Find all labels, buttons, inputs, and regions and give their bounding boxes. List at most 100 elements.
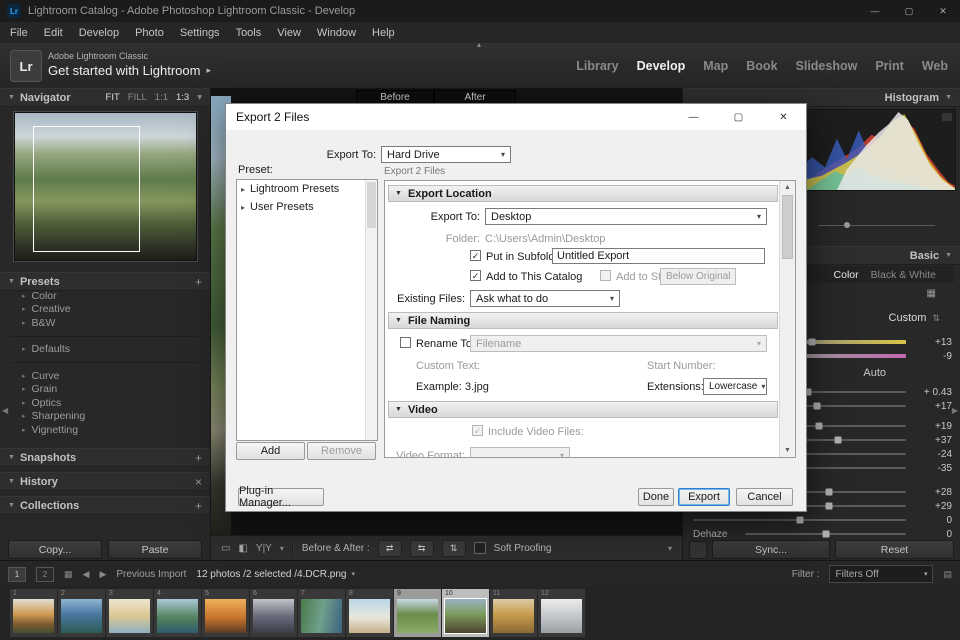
disclosure-icon[interactable]: ▸ [241,203,245,212]
module-slideshow[interactable]: Slideshow [796,59,858,73]
grid-view-icon[interactable]: ▦ [64,569,73,580]
module-print[interactable]: Print [875,59,903,73]
preset-group-sharpening[interactable]: ▸ Sharpening [0,410,210,424]
filmstrip-thumbnail[interactable]: 12 [538,589,585,637]
slider-thumb[interactable] [808,338,816,346]
maximize-button[interactable]: ▢ [892,0,926,22]
slider-thumb[interactable] [796,516,803,524]
preset-listbox[interactable]: ▸ Lightroom Presets ▸ User Presets [236,179,378,441]
preset-group-optics[interactable]: ▸ Optics [0,396,210,410]
collections-panel-header[interactable]: ▼ Collections + [0,496,210,515]
sync-button[interactable]: Sync... [712,540,830,559]
preset-group-creative[interactable]: ▸ Creative [0,303,210,317]
preset-list-scrollbar[interactable] [365,180,377,440]
create-collection-icon[interactable]: + [195,499,202,513]
reference-view-icon[interactable]: ◧ [238,543,247,554]
module-map[interactable]: Map [703,59,728,73]
slider-thumb[interactable] [815,422,823,430]
dialog-maximize-button[interactable]: ▢ [716,104,761,130]
navigator-preview[interactable] [13,111,198,262]
clear-history-icon[interactable]: × [195,475,202,489]
profile-grid-icon[interactable]: ▦ [927,288,936,299]
menu-file[interactable]: File [10,27,28,39]
menu-develop[interactable]: Develop [79,27,119,39]
filmstrip-thumbnail[interactable]: 2 [58,589,105,637]
zoom-slider[interactable] [818,222,936,228]
navigator-view-rectangle[interactable] [33,126,141,252]
zoom-fill[interactable]: FILL [128,92,147,103]
swap-before-after-button[interactable]: ⇅ [441,539,466,557]
go-forward-icon[interactable]: ▶ [99,569,106,580]
module-web[interactable]: Web [922,59,948,73]
soft-proofing-checkbox[interactable] [473,542,486,554]
cancel-button[interactable]: Cancel [736,488,793,506]
create-snapshot-icon[interactable]: + [195,451,202,465]
zoom-dropdown-icon[interactable]: ▾ [197,92,202,103]
rename-to-checkbox[interactable] [400,337,411,348]
extensions-select[interactable]: Lowercase ▾ [703,378,767,395]
module-book[interactable]: Book [746,59,777,73]
slider-thumb[interactable] [834,436,842,444]
preset-group-vignetting[interactable]: ▸ Vignetting [0,423,210,437]
before-after-view-icon[interactable]: Y|Y [256,543,272,554]
filmstrip-thumbnail[interactable]: 11 [490,589,537,637]
filmstrip-thumbnail[interactable]: 1 [10,589,57,637]
export-button[interactable]: Export [678,488,730,506]
auto-tone-button[interactable]: Auto [863,367,886,379]
preset-group-curve[interactable]: ▸ Curve [0,369,210,383]
scroll-up-icon[interactable]: ▲ [780,184,795,191]
profile-value[interactable]: Custom [889,312,927,324]
highlight-clipping-indicator[interactable] [942,113,952,121]
history-panel-header[interactable]: ▼ History × [0,472,210,491]
menu-view[interactable]: View [277,27,301,39]
copy-button[interactable]: Copy... [8,540,102,559]
existing-files-select[interactable]: Ask what to do ▾ [470,290,620,307]
minimize-button[interactable]: — [858,0,892,22]
subfolder-name-input[interactable]: Untitled Export [552,248,765,264]
main-window-button[interactable]: 1 [8,566,26,582]
paste-button[interactable]: Paste [108,540,202,559]
filmstrip-thumbnail[interactable]: 3 [106,589,153,637]
copy-after-to-before-button[interactable]: ⇆ [409,539,434,557]
dialog-close-button[interactable]: ✕ [761,104,806,130]
menu-tools[interactable]: Tools [236,27,262,39]
slider-thumb[interactable] [813,402,821,410]
zoom-1-1[interactable]: 1:1 [155,92,168,103]
treatment-black-white[interactable]: Black & White [871,269,936,281]
filmstrip-thumbnail[interactable]: 7 [298,589,345,637]
zoom-slider-thumb[interactable] [844,222,851,228]
view-mode-dropdown-icon[interactable]: ▾ [280,544,284,553]
menu-help[interactable]: Help [372,27,395,39]
close-button[interactable]: ✕ [926,0,960,22]
selection-info[interactable]: 12 photos /2 selected /4.DCR.png ▾ [196,569,355,580]
filmstrip-thumbnail-active[interactable]: 10 [442,589,489,637]
settings-scrollbar[interactable]: ▲ ▼ [779,181,795,457]
second-window-button[interactable]: 2 [36,566,54,582]
filmstrip-thumbnail-selected[interactable]: 9 [394,589,441,637]
menu-edit[interactable]: Edit [44,27,63,39]
create-preset-icon[interactable]: + [195,275,202,289]
preset-group-defaults[interactable]: ▸ Defaults [0,343,210,357]
menu-settings[interactable]: Settings [180,27,220,39]
profile-browser-icon[interactable]: ⇅ [932,313,940,324]
put-in-subfolder-checkbox[interactable]: ✓ [470,250,481,261]
dialog-titlebar[interactable]: Export 2 Files — ▢ ✕ [226,104,806,130]
filter-lock-icon[interactable]: ▤ [943,569,952,580]
copy-before-to-after-button[interactable]: ⇄ [377,539,402,557]
filter-select[interactable]: Filters Off ▾ [829,565,934,583]
identity-line2[interactable]: Get started with Lightroom ▸ [48,63,211,78]
scrollbar-thumb[interactable] [782,195,793,259]
filmstrip-thumbnail[interactable]: 6 [250,589,297,637]
scroll-down-icon[interactable]: ▼ [780,447,795,454]
dehaze-slider[interactable] [745,530,906,538]
disclosure-icon[interactable]: ▸ [241,185,245,194]
go-back-icon[interactable]: ◀ [83,569,90,580]
filmstrip-thumbnail[interactable]: 8 [346,589,393,637]
export-to-select[interactable]: Hard Drive ▾ [381,146,511,163]
slider-thumb[interactable] [822,530,829,538]
dialog-minimize-button[interactable]: — [671,104,716,130]
slider-thumb[interactable] [825,502,833,510]
zoom-fit[interactable]: FIT [106,92,120,103]
menu-photo[interactable]: Photo [135,27,164,39]
filmstrip-thumbnail[interactable]: 5 [202,589,249,637]
